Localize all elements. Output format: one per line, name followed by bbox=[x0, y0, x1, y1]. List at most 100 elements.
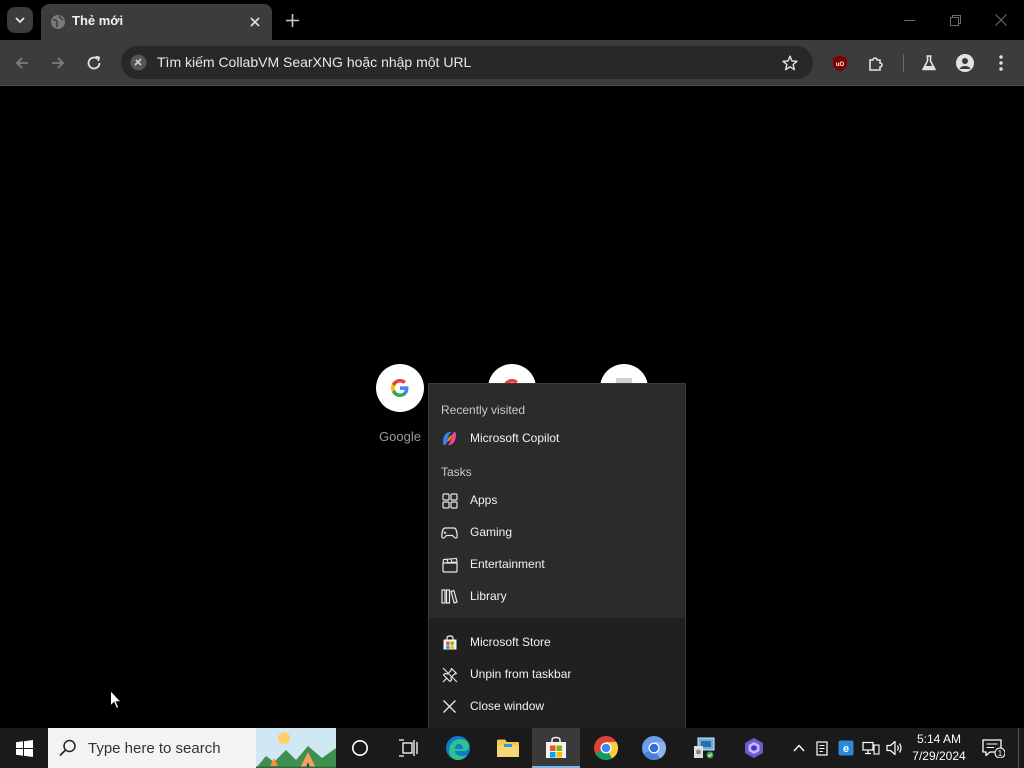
action-center-button[interactable]: 1 bbox=[980, 736, 1006, 760]
tab-strip: Thẻ mới bbox=[0, 0, 1024, 40]
tasks-header: Tasks bbox=[441, 465, 472, 479]
store-icon bbox=[441, 634, 458, 651]
search-highlight-illustration bbox=[256, 728, 336, 768]
chromium-icon bbox=[642, 736, 667, 761]
speaker-icon bbox=[886, 740, 902, 756]
browser-menu-button[interactable] bbox=[988, 50, 1014, 76]
start-button[interactable] bbox=[0, 728, 48, 768]
taskbar-clock[interactable]: 5:14 AM 7/29/2024 bbox=[905, 731, 973, 765]
unpin-icon bbox=[441, 666, 458, 683]
notification-count: 1 bbox=[998, 749, 1003, 758]
taskbar-task-view[interactable] bbox=[384, 728, 432, 768]
store-icon bbox=[546, 736, 566, 758]
more-vertical-icon bbox=[999, 55, 1003, 71]
jumplist-task-gaming[interactable]: Gaming bbox=[429, 517, 685, 547]
taskbar-chromium[interactable] bbox=[630, 728, 678, 768]
flask-icon bbox=[922, 55, 936, 71]
copilot-icon bbox=[745, 738, 763, 758]
taskbar-cortana[interactable] bbox=[336, 728, 384, 768]
clapperboard-icon bbox=[441, 556, 458, 573]
arrow-left-icon bbox=[15, 57, 28, 69]
mouse-cursor-icon bbox=[110, 690, 122, 710]
network-button[interactable] bbox=[861, 738, 881, 758]
tab-title: Thẻ mới bbox=[72, 13, 124, 28]
taskbar-chrome[interactable] bbox=[582, 728, 630, 768]
jumplist-action-label: Microsoft Store bbox=[470, 635, 551, 649]
labs-button[interactable] bbox=[916, 50, 942, 76]
taskbar-search-box[interactable]: Type here to search bbox=[48, 728, 336, 768]
plus-icon bbox=[285, 13, 299, 27]
windows-logo-icon bbox=[15, 739, 33, 757]
jumplist-action-close-window[interactable]: Close window bbox=[429, 691, 685, 721]
svg-text:uO: uO bbox=[836, 62, 845, 68]
back-button[interactable] bbox=[9, 50, 35, 76]
taskbar-control-panel[interactable] bbox=[680, 728, 728, 768]
clock-time: 5:14 AM bbox=[916, 732, 962, 746]
jump-list: Recently visited Microsoft Copilot Tasks… bbox=[428, 383, 686, 729]
jumplist-task-library[interactable]: Library bbox=[429, 581, 685, 611]
edge-tray-icon: e bbox=[838, 740, 854, 756]
taskbar-copilot[interactable] bbox=[730, 728, 778, 768]
jumplist-action-unpin[interactable]: Unpin from taskbar bbox=[429, 659, 685, 689]
search-icon bbox=[59, 739, 76, 757]
apps-icon bbox=[441, 492, 458, 509]
taskbar: Type here to search e 5:14 AM 7/29/2024 … bbox=[0, 728, 1024, 768]
address-bar[interactable]: Tìm kiếm CollabVM SearXNG hoặc nhập một … bbox=[121, 46, 813, 79]
close-icon bbox=[441, 698, 458, 715]
arrow-right-icon bbox=[52, 57, 65, 69]
address-bar-placeholder: Tìm kiếm CollabVM SearXNG hoặc nhập một … bbox=[157, 54, 472, 70]
new-tab-button[interactable] bbox=[281, 9, 303, 31]
control-panel-icon bbox=[694, 737, 715, 759]
reload-button[interactable] bbox=[81, 50, 107, 76]
taskbar-edge[interactable] bbox=[434, 728, 482, 768]
task-view-icon bbox=[399, 739, 418, 757]
browser-toolbar: Tìm kiếm CollabVM SearXNG hoặc nhập một … bbox=[0, 40, 1024, 86]
tray-app-button[interactable]: e bbox=[836, 738, 856, 758]
puzzle-icon bbox=[868, 56, 883, 71]
tab-search-button[interactable] bbox=[7, 7, 33, 33]
cortana-icon bbox=[352, 740, 368, 756]
taskbar-search-placeholder: Type here to search bbox=[88, 740, 221, 757]
window-close-button[interactable] bbox=[989, 8, 1013, 32]
document-icon bbox=[816, 740, 828, 756]
restore-button[interactable] bbox=[943, 8, 967, 32]
google-icon bbox=[391, 379, 409, 397]
chevron-down-icon bbox=[15, 17, 25, 24]
jumplist-task-entertainment[interactable]: Entertainment bbox=[429, 549, 685, 579]
folder-icon bbox=[497, 739, 519, 757]
avatar-icon bbox=[956, 54, 974, 72]
jumplist-action-open-store[interactable]: Microsoft Store bbox=[429, 627, 685, 657]
volume-button[interactable] bbox=[885, 738, 905, 758]
globe-icon bbox=[51, 15, 65, 29]
restore-icon bbox=[949, 14, 961, 26]
minimize-icon bbox=[903, 19, 915, 21]
notification-icon: 1 bbox=[982, 739, 1005, 758]
svg-text:e: e bbox=[843, 743, 849, 755]
taskbar-file-explorer[interactable] bbox=[484, 728, 532, 768]
edge-icon bbox=[446, 736, 470, 760]
show-desktop-button[interactable] bbox=[1018, 728, 1024, 768]
network-icon bbox=[862, 741, 880, 755]
taskbar-microsoft-store[interactable] bbox=[532, 728, 580, 768]
bookmark-star-button[interactable] bbox=[780, 53, 800, 73]
tray-document-button[interactable] bbox=[812, 738, 832, 758]
profile-button[interactable] bbox=[952, 50, 978, 76]
recently-visited-header: Recently visited bbox=[441, 403, 526, 417]
jumplist-task-label: Entertainment bbox=[470, 557, 545, 571]
jumplist-item-copilot[interactable]: Microsoft Copilot bbox=[429, 423, 685, 453]
jumplist-task-label: Apps bbox=[470, 493, 498, 507]
minimize-button[interactable] bbox=[897, 8, 921, 32]
extensions-button[interactable] bbox=[863, 50, 889, 76]
jumplist-action-label: Close window bbox=[470, 699, 545, 713]
jumplist-task-apps[interactable]: Apps bbox=[429, 485, 685, 515]
show-hidden-icons-button[interactable] bbox=[789, 738, 809, 758]
clock-date: 7/29/2024 bbox=[912, 749, 966, 763]
tab-close-button[interactable] bbox=[246, 13, 264, 31]
shortcut-google[interactable] bbox=[376, 364, 424, 412]
close-icon bbox=[250, 17, 260, 27]
ublock-extension-button[interactable]: uO bbox=[827, 50, 853, 76]
tab-new-tab[interactable]: Thẻ mới bbox=[41, 4, 272, 40]
library-icon bbox=[441, 588, 458, 605]
jumplist-action-label: Unpin from taskbar bbox=[470, 667, 572, 681]
forward-button[interactable] bbox=[45, 50, 71, 76]
